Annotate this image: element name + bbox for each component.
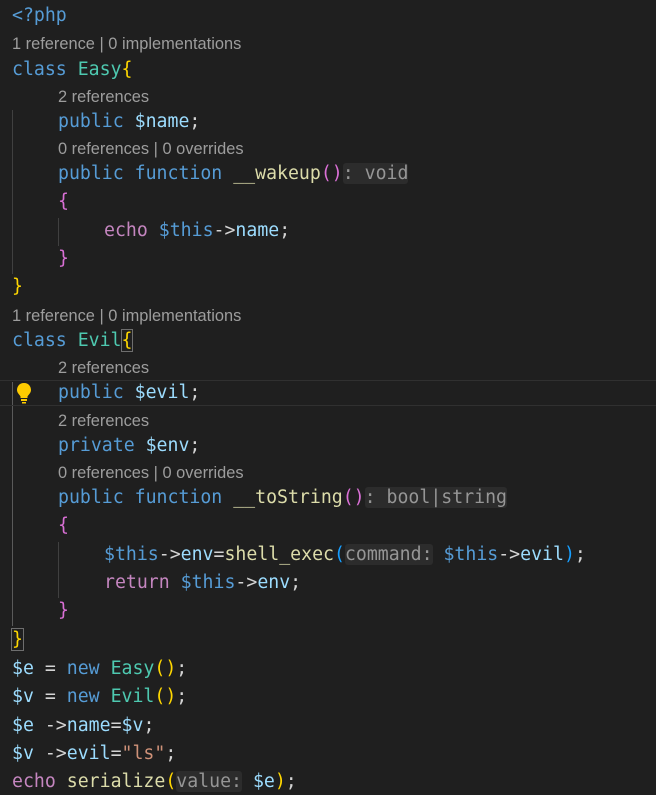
code-line[interactable]: $v = new Evil();	[12, 683, 187, 711]
keyword-public: public	[58, 111, 124, 132]
variable-e: $e	[12, 715, 34, 736]
code-line[interactable]: }	[58, 597, 69, 625]
variable-this: $this	[104, 544, 159, 565]
codelens-method-wakeup[interactable]: 0 references | 0 overrides	[58, 137, 244, 161]
code-line[interactable]: $v ->evil="ls";	[12, 740, 176, 768]
lightbulb-icon[interactable]	[14, 381, 34, 405]
inlay-hint-param-value: value:	[176, 771, 242, 792]
method-tostring: __toString	[233, 487, 343, 508]
keyword-class: class	[12, 330, 67, 351]
code-line[interactable]: private $env;	[58, 432, 200, 460]
keyword-public: public	[58, 487, 124, 508]
variable-this: $this	[443, 544, 499, 565]
keyword-echo: echo	[12, 771, 56, 792]
keyword-echo: echo	[104, 220, 148, 241]
class-name-easy: Easy	[77, 59, 122, 80]
code-line-current[interactable]: public $evil;	[58, 379, 200, 407]
inlay-hint-return-type: : void	[342, 163, 409, 184]
function-serialize: serialize	[66, 771, 166, 792]
keyword-new: new	[66, 686, 100, 707]
brace-open: {	[58, 191, 69, 212]
code-line[interactable]: public function __toString(): bool|strin…	[58, 484, 507, 512]
keyword-private: private	[58, 435, 135, 456]
keyword-return: return	[104, 572, 170, 593]
property-access-name: name	[66, 715, 111, 736]
code-line[interactable]: <?php	[12, 2, 67, 30]
code-line[interactable]: $this->env=shell_exec(command: $this->ev…	[104, 541, 586, 569]
codelens-prop-name[interactable]: 2 references	[58, 85, 149, 109]
brace-close: }	[12, 276, 23, 297]
property-name: $name	[134, 111, 190, 132]
property-access-env: env	[257, 572, 291, 593]
codelens-method-tostring[interactable]: 0 references | 0 overrides	[58, 461, 244, 485]
property-access-name: name	[235, 220, 280, 241]
indent-guide	[12, 110, 13, 274]
brace-open: {	[121, 59, 133, 80]
keyword-class: class	[12, 59, 67, 80]
method-wakeup: __wakeup	[233, 163, 321, 184]
code-line[interactable]: public function __wakeup(): void	[58, 160, 409, 188]
keyword-public: public	[58, 382, 124, 403]
variable-e: $e	[12, 658, 34, 679]
indent-guide	[58, 542, 59, 598]
inlay-hint-param-command: command:	[344, 544, 433, 565]
brace-close-matched: }	[11, 628, 24, 651]
class-name-evil: Evil	[77, 330, 122, 351]
code-line[interactable]: {	[58, 188, 69, 216]
keyword-function: function	[134, 163, 223, 184]
codelens-class-evil[interactable]: 1 reference | 0 implementations	[12, 304, 241, 328]
codelens-prop-env[interactable]: 2 references	[58, 409, 149, 433]
class-ref-evil: Evil	[110, 686, 155, 707]
brace-close: }	[58, 248, 69, 269]
variable-e: $e	[252, 771, 275, 792]
code-line[interactable]: {	[58, 512, 69, 540]
property-access-evil: evil	[520, 544, 564, 565]
code-line[interactable]: class Evil{	[12, 327, 134, 355]
code-editor[interactable]: <?php 1 reference | 0 implementations cl…	[0, 0, 656, 795]
code-line[interactable]: $e ->name=$v;	[12, 712, 154, 740]
code-line[interactable]: }	[11, 626, 24, 654]
code-line[interactable]: echo $this->name;	[104, 217, 290, 245]
brace-close: }	[58, 600, 69, 621]
indent-guide	[58, 218, 59, 246]
variable-this: $this	[158, 220, 214, 241]
brace-open: {	[58, 515, 69, 536]
codelens-prop-evil[interactable]: 2 references	[58, 356, 149, 380]
variable-v: $v	[12, 743, 34, 764]
property-access-env: env	[180, 544, 214, 565]
property-access-evil: evil	[66, 743, 111, 764]
codelens-class-easy[interactable]: 1 reference | 0 implementations	[12, 32, 241, 56]
keyword-public: public	[58, 163, 124, 184]
indent-guide-active	[12, 382, 13, 626]
code-line[interactable]: }	[12, 273, 23, 301]
property-env: $env	[145, 435, 190, 456]
keyword-function: function	[134, 487, 223, 508]
code-line[interactable]: }	[58, 245, 69, 273]
code-line[interactable]: $e = new Easy();	[12, 655, 187, 683]
code-line[interactable]: class Easy{	[12, 56, 132, 84]
string-literal-ls: "ls"	[121, 743, 166, 764]
code-line[interactable]: return $this->env;	[104, 569, 301, 597]
keyword-new: new	[66, 658, 100, 679]
function-shell-exec: shell_exec	[224, 544, 334, 565]
code-line[interactable]: echo serialize(value: $e);	[12, 768, 297, 795]
variable-v: $v	[12, 686, 34, 707]
property-evil: $evil	[134, 382, 190, 403]
variable-v: $v	[121, 715, 144, 736]
variable-this: $this	[180, 572, 236, 593]
php-open-tag: <?php	[12, 5, 67, 26]
class-ref-easy: Easy	[110, 658, 155, 679]
inlay-hint-return-type: : bool|string	[364, 487, 507, 508]
brace-open-matched: {	[120, 329, 134, 352]
code-line[interactable]: public $name;	[58, 108, 200, 136]
